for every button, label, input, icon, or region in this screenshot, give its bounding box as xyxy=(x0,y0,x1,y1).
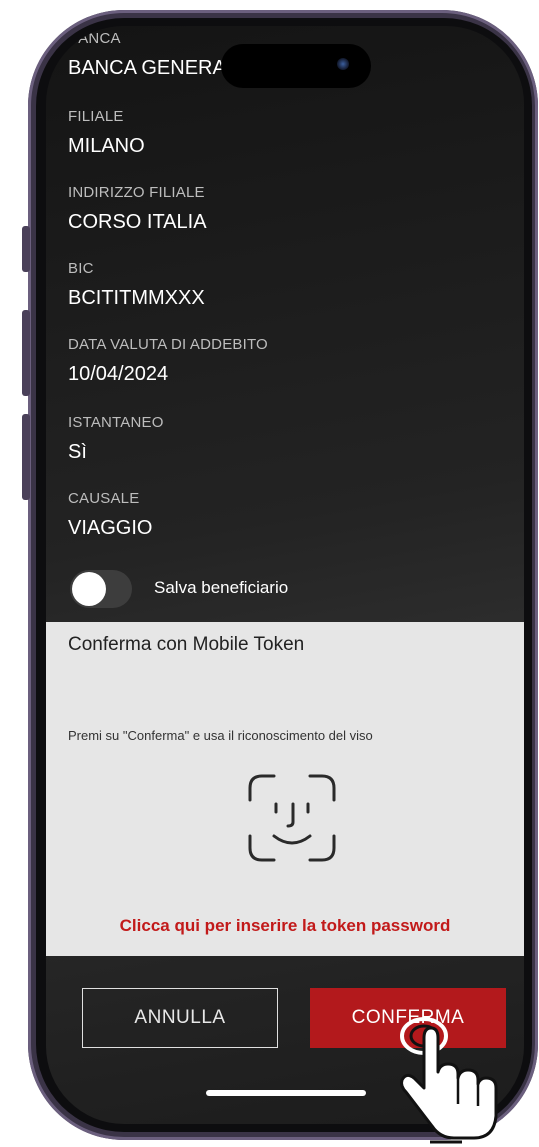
field-filiale: FILIALE MILANO xyxy=(68,108,145,158)
token-password-link[interactable]: Clicca qui per inserire la token passwor… xyxy=(46,916,524,936)
volume-down-button xyxy=(22,414,30,500)
field-label: BIC xyxy=(68,260,94,277)
dynamic-island xyxy=(221,44,371,88)
field-banca: BANCA BANCA GENERALI xyxy=(68,30,243,80)
front-camera-icon xyxy=(337,58,349,70)
field-data-valuta: DATA VALUTA DI ADDEBITO 10/04/2024 xyxy=(68,336,268,386)
mobile-token-title: Conferma con Mobile Token xyxy=(68,634,305,655)
volume-up-button xyxy=(22,310,30,396)
field-value: MILANO xyxy=(68,135,145,157)
toggle-knob xyxy=(72,572,106,606)
phone-screen: BANCA BANCA GENERALI FILIALE MILANO INDI… xyxy=(46,26,524,1124)
save-beneficiary-label: Salva beneficiario xyxy=(154,578,289,597)
field-istantaneo: ISTANTANEO Sì xyxy=(68,414,164,464)
cancel-button[interactable]: ANNULLA xyxy=(82,988,278,1048)
tap-hand-icon xyxy=(400,1017,498,1144)
field-indirizzo-filiale: INDIRIZZO FILIALE CORSO ITALIA xyxy=(68,184,207,234)
field-causale: CAUSALE VIAGGIO xyxy=(68,490,152,540)
save-beneficiary-row: Salva beneficiario xyxy=(70,568,510,610)
save-beneficiary-toggle[interactable] xyxy=(70,570,132,608)
field-value: BCITITMMXXX xyxy=(68,287,205,309)
field-label: CAUSALE xyxy=(68,490,140,507)
field-label: DATA VALUTA DI ADDEBITO xyxy=(68,336,268,353)
mobile-token-description: Premi su "Conferma" e usa il riconoscime… xyxy=(68,728,373,743)
field-label: INDIRIZZO FILIALE xyxy=(68,184,205,201)
field-value: CORSO ITALIA xyxy=(68,211,207,233)
home-indicator[interactable] xyxy=(206,1090,366,1096)
face-id-icon xyxy=(248,774,336,862)
field-label: BANCA xyxy=(68,30,121,47)
field-label: FILIALE xyxy=(68,108,124,125)
field-bic: BIC BCITITMMXXX xyxy=(68,260,205,310)
field-value: VIAGGIO xyxy=(68,517,153,539)
field-value: BANCA GENERALI xyxy=(68,57,243,79)
field-value: Sì xyxy=(68,441,87,463)
field-value: 10/04/2024 xyxy=(68,363,169,385)
action-button xyxy=(22,226,30,272)
field-label: ISTANTANEO xyxy=(68,414,164,431)
mobile-token-panel: Conferma con Mobile Token Premi su "Conf… xyxy=(46,622,524,956)
